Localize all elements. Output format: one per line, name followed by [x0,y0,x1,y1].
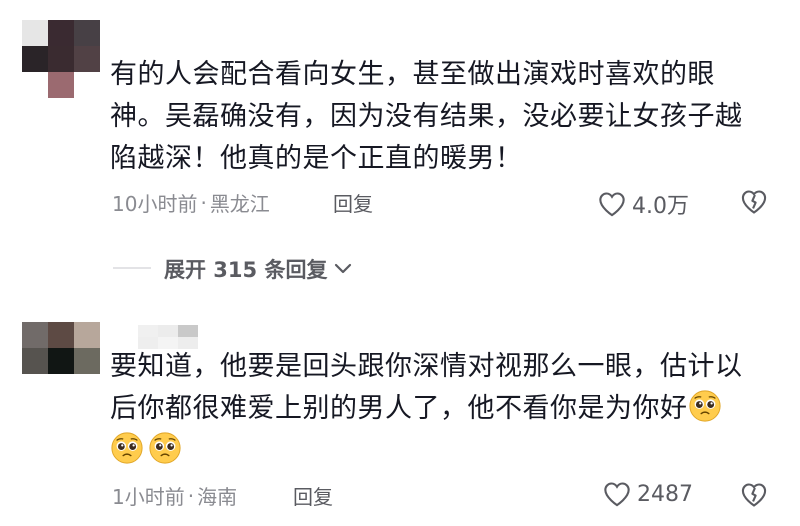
like-count: 2487 [637,481,693,507]
reply-button[interactable]: 回复 [333,188,373,217]
avatar-mosaic-cell [22,348,48,374]
meta-separator: · [200,190,207,215]
comment-line: 有的人会配合看向女生，甚至做出演戏时喜欢的眼 [110,59,715,90]
avatar-mosaic-cell [74,46,100,72]
avatar-mosaic-cell [22,46,48,72]
avatar-mosaic-cell [48,348,74,374]
comment-time: 10小时前 [112,192,198,216]
avatar-mosaic-cell [22,72,48,98]
avatar-mosaic-cell [22,322,48,348]
dislike-icon[interactable] [740,188,768,216]
avatar-mosaic-cell [74,348,100,374]
avatar-mosaic-cell [118,325,138,337]
meta-separator: · [187,483,195,508]
avatar-mosaic-cell [74,20,100,46]
comment-location: 海南 [197,485,238,509]
heart-icon [604,482,630,507]
like-button[interactable]: 2487 [603,481,693,507]
comment-line: 神。吴磊确没有，因为没有结果，没必要让女孩子越 [110,101,743,132]
comment-line [110,432,186,466]
comment-text: 要知道，他要是回头跟你深情对视那么一眼，估计以 后你都很难爱上别的男人了，他不看… [110,346,743,472]
avatar-mosaic-cell [158,325,178,337]
comment-line: 要知道，他要是回头跟你深情对视那么一眼，估计以 [110,351,743,382]
reply-button[interactable]: 回复 [293,481,333,510]
like-count: 4.0万 [632,194,689,219]
commenter-avatar[interactable] [22,322,100,374]
comment-time: 1小时前 [112,485,185,509]
comment-meta: 1小时前 · 海南 [112,481,237,510]
like-button[interactable]: 4.0万 [598,188,689,220]
pleading-face-emoji-icon [688,390,721,422]
pleading-face-emoji-icon [111,432,143,464]
comment-line: 后你都很难爱上别的男人了，他不看你是为你好 [110,390,726,424]
dislike-icon[interactable] [740,481,768,509]
expand-replies-button[interactable]: 展开 315 条回复 [164,254,353,284]
avatar-mosaic-cell [74,72,100,98]
chevron-down-icon [335,263,352,274]
expand-divider [113,267,151,269]
commenter-avatar[interactable] [22,20,100,98]
avatar-mosaic-cell [48,46,74,72]
heart-icon [599,192,625,217]
avatar-mosaic-cell [48,322,74,348]
avatar-mosaic-cell [178,325,198,337]
comment-text: 有的人会配合看向女生，甚至做出演戏时喜欢的眼 神。吴磊确没有，因为没有结果，没必… [110,54,743,180]
avatar-mosaic-cell [48,72,74,98]
avatar-mosaic-cell [138,325,158,337]
avatar-mosaic-cell [74,322,100,348]
pleading-face-emoji-icon [149,432,181,464]
avatar-mosaic-cell [22,20,48,46]
comment-meta: 10小时前 · 黑龙江 [112,188,270,217]
expand-replies-label: 展开 315 条回复 [164,258,328,282]
comment-location: 黑龙江 [209,192,270,216]
comment-line: 陷越深！他真的是个正直的暖男！ [110,143,523,174]
avatar-mosaic-cell [48,20,74,46]
